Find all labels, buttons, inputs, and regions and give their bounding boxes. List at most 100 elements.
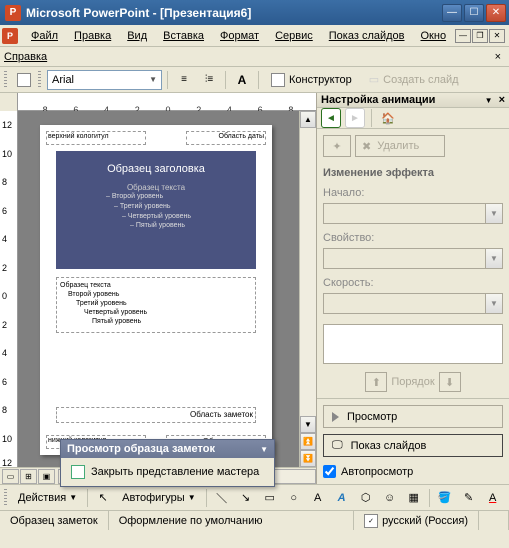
status-lang[interactable]: ✓ русский (Россия) — [354, 511, 479, 530]
menu-view[interactable]: Вид — [120, 28, 154, 44]
chevron-down-icon: ▼ — [485, 204, 502, 223]
toolbar-handle-2[interactable] — [38, 71, 41, 89]
slideshow-button[interactable]: 🖵 Показ слайдов — [323, 434, 503, 457]
slide-canvas[interactable]: верхний кологитул Область даты Образец з… — [18, 111, 299, 467]
nav-home-button[interactable]: 🏠 — [378, 108, 398, 128]
property-label: Свойство: — [323, 232, 503, 244]
task-pane-menu-button[interactable]: ▼ — [485, 96, 493, 105]
actions-menu[interactable]: Действия▼ — [12, 487, 83, 509]
font-name: Arial — [52, 74, 74, 86]
new-slide-button[interactable]: ▭ Создать слайд — [362, 69, 466, 91]
picture-button[interactable]: ▦ — [403, 487, 425, 509]
increase-font-button[interactable]: A — [231, 69, 253, 91]
sorter-view-button[interactable]: ⊞ — [20, 469, 37, 484]
menu-file[interactable]: Файл — [24, 28, 65, 44]
picture-icon: ▦ — [408, 491, 418, 504]
master-view-toolbar[interactable]: Просмотр образца заметок ▼ Закрыть предс… — [60, 439, 275, 487]
doc-icon[interactable]: P — [2, 28, 18, 44]
date-placeholder[interactable]: Область даты — [186, 131, 266, 145]
format-toolbar: Arial ▼ ≡ ⫶≡ A Конструктор ▭ Создать сла… — [0, 67, 509, 93]
wordart-icon: A — [338, 492, 346, 504]
fill-color-button[interactable]: 🪣 — [434, 487, 456, 509]
arrow-button[interactable]: ↘ — [235, 487, 257, 509]
clipart-button[interactable]: ☺ — [379, 487, 401, 509]
font-selector[interactable]: Arial ▼ — [47, 70, 162, 90]
slide-title: Образец заголовка — [56, 163, 256, 175]
task-pane-header: Настройка анимации ▼ × — [317, 93, 509, 108]
toolbar-handle[interactable] — [4, 489, 7, 507]
doc-close-button[interactable]: ✕ — [489, 29, 505, 43]
chevron-down-icon[interactable]: ▼ — [260, 445, 268, 454]
bullet-list-button[interactable]: ⫶≡ — [198, 69, 220, 91]
toolbar-handle[interactable] — [4, 71, 7, 89]
speed-combo[interactable]: ▼ — [323, 293, 503, 314]
menu-edit[interactable]: Правка — [67, 28, 118, 44]
notes-master-page[interactable]: верхний кологитул Область даты Образец з… — [40, 125, 272, 455]
oval-button[interactable]: ○ — [283, 487, 305, 509]
textbox-icon: A — [314, 492, 321, 504]
next-slide-button[interactable]: ⏬ — [300, 450, 316, 467]
slide-thumbnail[interactable]: Образец заголовка Образец текста Второй … — [56, 151, 256, 269]
oval-icon: ○ — [290, 492, 297, 504]
menu-tools[interactable]: Сервис — [268, 28, 320, 44]
maximize-button[interactable]: ☐ — [464, 4, 484, 22]
notes-placeholder[interactable]: Область заметок — [56, 407, 256, 423]
select-arrow-button[interactable]: ↖ — [92, 487, 114, 509]
designer-icon — [271, 73, 285, 87]
status-extra — [479, 511, 509, 530]
doc-minimize-button[interactable]: — — [455, 29, 471, 43]
menu-slideshow[interactable]: Показ слайдов — [322, 28, 412, 44]
menu-window[interactable]: Окно — [414, 28, 454, 44]
close-master-button[interactable]: Закрыть представление мастера — [64, 461, 271, 483]
wordart-button[interactable]: A — [331, 487, 353, 509]
menu-format[interactable]: Формат — [213, 28, 266, 44]
task-pane-title: Настройка анимации — [321, 94, 485, 106]
autopreview-input[interactable] — [323, 465, 336, 478]
menu-help[interactable]: Справка — [4, 51, 47, 63]
font-color-button[interactable]: A — [482, 487, 504, 509]
start-combo[interactable]: ▼ — [323, 203, 503, 224]
master-toolbar-title[interactable]: Просмотр образца заметок ▼ — [61, 440, 274, 458]
scroll-up-button[interactable]: ▲ — [300, 111, 316, 128]
help-row: Справка × — [0, 47, 509, 67]
header-placeholder[interactable]: верхний кологитул — [46, 131, 146, 145]
diagram-button[interactable]: ⬡ — [355, 487, 377, 509]
delete-effect-button[interactable]: ✖ Удалить — [355, 135, 445, 157]
prev-slide-button[interactable]: ⏫ — [300, 433, 316, 450]
nav-back-button[interactable]: ◄ — [321, 108, 341, 128]
autopreview-checkbox[interactable]: Автопросмотр — [323, 465, 503, 478]
property-combo[interactable]: ▼ — [323, 248, 503, 269]
scroll-down-button[interactable]: ▼ — [300, 416, 316, 433]
diagram-icon: ⬡ — [361, 491, 371, 504]
order-down-button[interactable]: ⬇ — [439, 372, 461, 392]
effect-section-label: Изменение эффекта — [323, 167, 503, 179]
autoshapes-menu[interactable]: Автофигуры▼ — [116, 487, 202, 509]
task-pane-close-button[interactable]: × — [499, 94, 505, 106]
edit-area: 8 6 4 2 0 2 4 6 8 12 10 8 6 4 2 0 2 4 — [0, 93, 316, 484]
normal-view-button[interactable]: ▭ — [2, 469, 19, 484]
body-placeholder[interactable]: Образец текста Второй уровень Третий уро… — [56, 277, 256, 333]
vertical-scrollbar[interactable]: ▲ ▼ ⏫ ⏬ — [299, 111, 316, 467]
textbox-button[interactable]: A — [307, 487, 329, 509]
rectangle-button[interactable]: ▭ — [259, 487, 281, 509]
slideshow-view-button[interactable]: ▣ — [38, 469, 55, 484]
animation-list[interactable] — [323, 324, 503, 364]
menu-insert[interactable]: Вставка — [156, 28, 211, 44]
numbered-list-button[interactable]: ≡ — [173, 69, 195, 91]
preview-button[interactable]: Просмотр — [323, 405, 503, 428]
close-button[interactable]: ✕ — [486, 4, 506, 22]
start-label: Начало: — [323, 187, 503, 199]
status-design: Оформление по умолчанию — [109, 511, 354, 530]
doc-restore-button[interactable]: ❐ — [472, 29, 488, 43]
nav-forward-button[interactable]: ► — [345, 108, 365, 128]
line-button[interactable]: ＼ — [211, 487, 233, 509]
status-master: Образец заметок — [0, 511, 109, 530]
help-row-close[interactable]: × — [491, 51, 505, 63]
order-up-button[interactable]: ⬆ — [365, 372, 387, 392]
app-icon: P — [5, 5, 21, 21]
add-effect-button[interactable]: ✦ — [323, 135, 351, 157]
line-color-button[interactable]: ✎ — [458, 487, 480, 509]
new-doc-button[interactable] — [13, 69, 35, 91]
designer-button[interactable]: Конструктор — [264, 69, 359, 91]
minimize-button[interactable]: — — [442, 4, 462, 22]
